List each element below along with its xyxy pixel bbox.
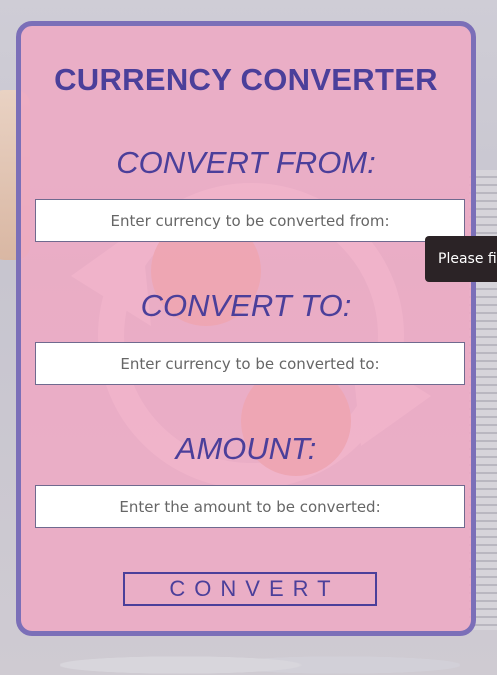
converter-card: CURRENCY CONVERTER CONVERT FROM: CONVERT… <box>16 21 476 636</box>
background-coins-bottom <box>60 645 460 675</box>
convert-to-input[interactable] <box>35 342 465 385</box>
convert-from-input[interactable] <box>35 199 465 242</box>
page-title: CURRENCY CONVERTER <box>54 62 438 97</box>
amount-input[interactable] <box>35 485 465 528</box>
amount-label: AMOUNT: <box>175 431 317 466</box>
convert-from-label: CONVERT FROM: <box>116 145 376 180</box>
validation-tooltip: Please fill <box>425 236 497 282</box>
convert-to-label: CONVERT TO: <box>140 288 352 323</box>
convert-button[interactable]: CONVERT <box>123 572 377 606</box>
